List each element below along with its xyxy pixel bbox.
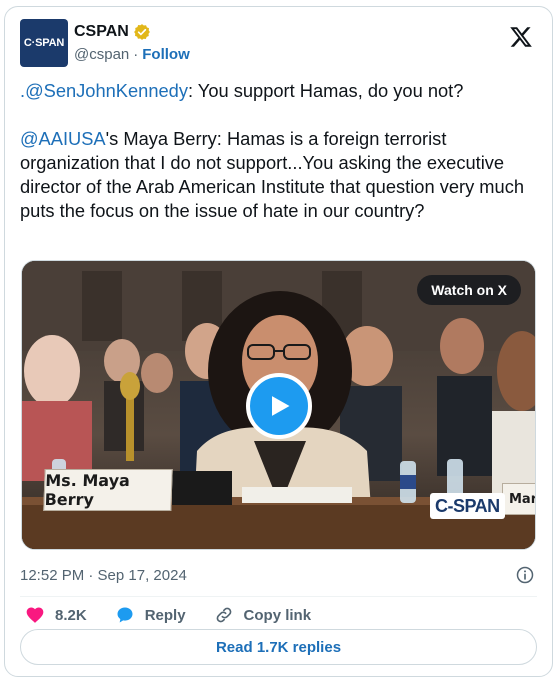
video-player[interactable]: Ms. Maya Berry Mark C C-SPAN Watch on X [21, 260, 536, 550]
link-icon [216, 607, 231, 623]
like-count: 8.2K [55, 606, 87, 624]
timestamp[interactable]: 12:52 PM · Sep 17, 2024 [20, 567, 187, 584]
handle-row: @cspan · Follow [74, 46, 190, 63]
tweet-card: C·SPAN CSPAN @cspan · Follow .@SenJohnKe… [4, 6, 553, 677]
like-button[interactable]: 8.2K [25, 605, 87, 625]
tweet-line-1-text: : You support Hamas, do you not? [187, 80, 464, 101]
cspan-watermark: C-SPAN [430, 493, 505, 519]
mention-aaiusa[interactable]: @AAIUSA [20, 128, 106, 149]
mention-senjohnkennedy[interactable]: .@SenJohnKennedy [20, 80, 188, 101]
follow-button[interactable]: Follow [142, 46, 190, 63]
copy-link-button[interactable]: Copy link [214, 605, 312, 625]
tweet-paragraph-2: @AAIUSA's Maya Berry: Hamas is a foreign… [20, 127, 535, 223]
read-replies-button[interactable]: Read 1.7K replies [20, 629, 537, 665]
avatar-text: C·SPAN [23, 37, 65, 49]
verified-badge-icon [133, 24, 150, 40]
tweet-text: .@SenJohnKennedy: You support Hamas, do … [20, 79, 535, 223]
info-icon[interactable] [515, 565, 535, 585]
avatar[interactable]: C·SPAN [20, 19, 68, 67]
reply-label: Reply [144, 606, 186, 624]
tweet-paragraph-1: .@SenJohnKennedy: You support Hamas, do … [20, 79, 535, 103]
display-name[interactable]: CSPAN [74, 23, 129, 41]
timestamp-row: 12:52 PM · Sep 17, 2024 [20, 564, 537, 588]
name-row: CSPAN [74, 23, 151, 41]
action-bar: 8.2K Reply Copy link [25, 599, 537, 631]
reply-bubble-icon [117, 607, 133, 623]
separator-dot: · [133, 46, 139, 63]
tweet-header: C·SPAN CSPAN @cspan · Follow [20, 19, 537, 69]
play-button[interactable] [246, 373, 312, 439]
divider [20, 596, 537, 597]
nameplate: Ms. Maya Berry [43, 469, 173, 511]
nameplate-partial: Mark C [502, 483, 535, 515]
copy-link-label: Copy link [243, 606, 312, 624]
x-logo-icon[interactable] [509, 25, 533, 49]
reply-button[interactable]: Reply [115, 605, 186, 625]
watch-on-x-button[interactable]: Watch on X [417, 275, 521, 305]
play-icon [272, 396, 290, 416]
heart-icon [26, 607, 44, 623]
handle[interactable]: @cspan [74, 46, 129, 63]
